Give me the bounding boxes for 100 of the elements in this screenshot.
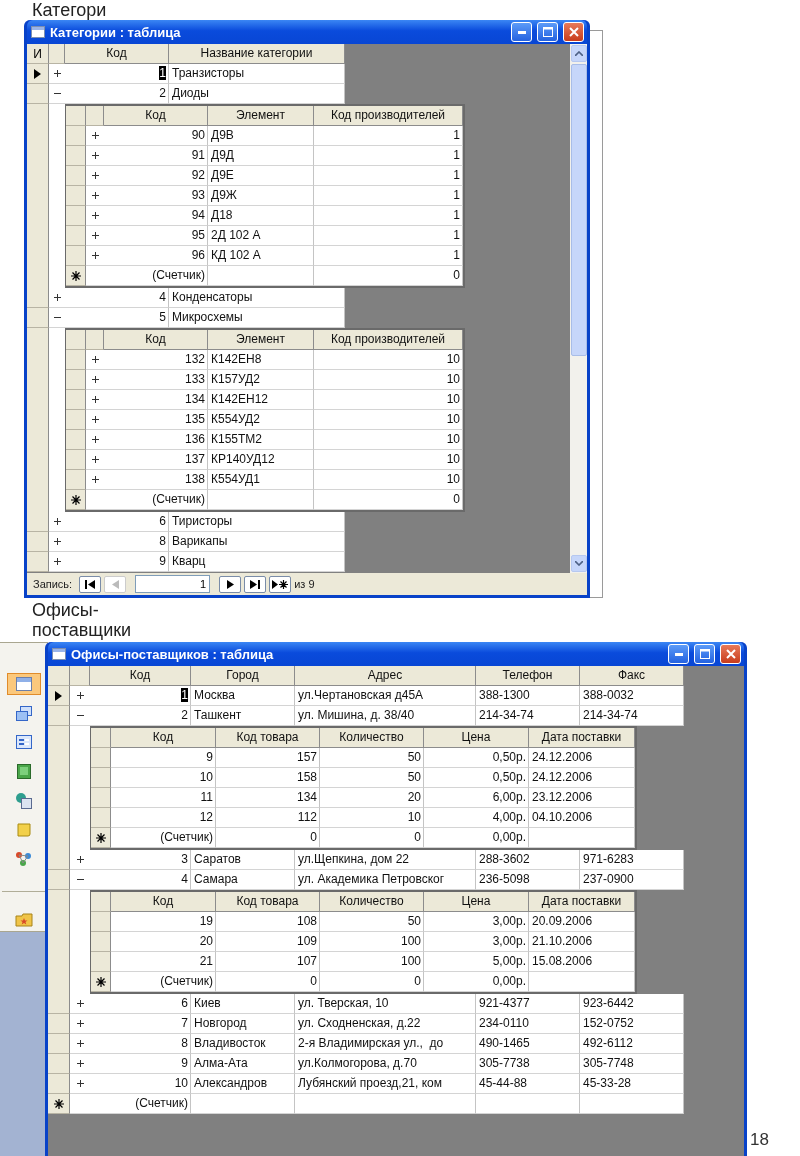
- maximize-button[interactable]: [694, 644, 715, 664]
- header-corner: [49, 44, 65, 64]
- column-header[interactable]: Адрес: [295, 666, 476, 686]
- column-header[interactable]: Код товара: [216, 892, 320, 912]
- row-selector[interactable]: [66, 490, 86, 510]
- table-cell: 305-7748: [580, 1054, 684, 1074]
- expand-icon[interactable]: [76, 1040, 84, 1047]
- column-header[interactable]: Город: [191, 666, 295, 686]
- column-header[interactable]: Цена: [424, 892, 529, 912]
- expand-icon[interactable]: [53, 518, 61, 525]
- table-cell: 12: [111, 808, 216, 828]
- column-header[interactable]: Код: [65, 44, 169, 64]
- table-cell: 93: [104, 186, 208, 206]
- expand-icon[interactable]: [91, 396, 99, 403]
- minimize-button[interactable]: [668, 644, 689, 664]
- new-record-icon: [272, 579, 289, 589]
- column-header[interactable]: Код товара: [216, 728, 320, 748]
- expand-icon[interactable]: [53, 538, 61, 545]
- table-cell: Транзисторы: [169, 64, 345, 84]
- expand-icon[interactable]: [91, 132, 99, 139]
- collapse-icon[interactable]: [76, 876, 84, 883]
- expand-icon[interactable]: [91, 416, 99, 423]
- expand-icon[interactable]: [91, 376, 99, 383]
- table-cell: 8: [90, 1034, 191, 1054]
- column-header[interactable]: Код производителей: [314, 106, 463, 126]
- row-selector[interactable]: [48, 1094, 70, 1114]
- column-header[interactable]: Количество: [320, 892, 424, 912]
- expand-icon[interactable]: [91, 356, 99, 363]
- expand-icon[interactable]: [91, 172, 99, 179]
- expand-icon[interactable]: [91, 456, 99, 463]
- expand-icon[interactable]: [91, 252, 99, 259]
- navigation-button[interactable]: [269, 575, 292, 593]
- scrollbar[interactable]: [570, 44, 587, 573]
- table-cell: (Счетчик): [111, 972, 216, 992]
- expand-icon[interactable]: [76, 1080, 84, 1087]
- table-cell: Лубянский проезд,21, ком: [295, 1074, 476, 1094]
- column-header[interactable]: Телефон: [476, 666, 580, 686]
- column-header[interactable]: Факс: [580, 666, 684, 686]
- column-header[interactable]: Код: [104, 106, 208, 126]
- scroll-down-button[interactable]: [570, 555, 587, 572]
- table-cell: 136: [104, 430, 208, 450]
- expand-icon[interactable]: [91, 232, 99, 239]
- column-header[interactable]: Дата поставки: [529, 728, 635, 748]
- close-button[interactable]: [720, 644, 741, 664]
- column-header[interactable]: Код: [111, 892, 216, 912]
- table-cell: 1: [314, 166, 463, 186]
- scroll-up-button[interactable]: [570, 45, 587, 62]
- collapse-icon[interactable]: [53, 90, 61, 97]
- expand-icon[interactable]: [91, 152, 99, 159]
- column-header[interactable]: Код: [90, 666, 191, 686]
- column-header[interactable]: Количество: [320, 728, 424, 748]
- navigation-button[interactable]: [244, 575, 267, 593]
- record-number-field[interactable]: 1: [135, 575, 211, 593]
- table-cell: ул.Щепкина, дом 22: [295, 850, 476, 870]
- expand-icon[interactable]: [76, 1060, 84, 1067]
- column-header[interactable]: Дата поставки: [529, 892, 635, 912]
- maximize-button[interactable]: [537, 22, 558, 42]
- header-corner: [70, 666, 90, 686]
- table-cell: 2Д 102 А: [208, 226, 314, 246]
- minimize-icon: [517, 30, 526, 34]
- expand-icon[interactable]: [53, 558, 61, 565]
- column-header[interactable]: Код: [104, 330, 208, 350]
- navigation-button[interactable]: [219, 575, 242, 593]
- table-cell: Варикапы: [169, 532, 345, 552]
- expand-icon[interactable]: [53, 70, 61, 77]
- expand-icon[interactable]: [53, 294, 61, 301]
- navigation-button[interactable]: [79, 575, 102, 593]
- expand-icon[interactable]: [91, 212, 99, 219]
- row-selector[interactable]: [27, 64, 49, 84]
- table-cell: 9: [90, 1054, 191, 1074]
- expand-icon[interactable]: [91, 192, 99, 199]
- column-header[interactable]: Код производителей: [314, 330, 463, 350]
- collapse-icon[interactable]: [76, 712, 84, 719]
- scroll-thumb[interactable]: [570, 64, 587, 356]
- column-header[interactable]: Код: [111, 728, 216, 748]
- column-header[interactable]: Цена: [424, 728, 529, 748]
- row-selector[interactable]: [48, 686, 70, 706]
- object-bar-item[interactable]: [6, 673, 41, 696]
- expand-icon[interactable]: [76, 856, 84, 863]
- expand-icon[interactable]: [91, 436, 99, 443]
- expand-icon[interactable]: [76, 1000, 84, 1007]
- navigator-label: Запись:: [33, 578, 73, 590]
- row-selector[interactable]: [91, 828, 111, 848]
- table-cell: 90: [104, 126, 208, 146]
- column-header[interactable]: Элемент: [208, 106, 314, 126]
- module-icon: [15, 850, 32, 867]
- column-header[interactable]: Название категории: [169, 44, 345, 64]
- row-selector[interactable]: [66, 266, 86, 286]
- expand-icon[interactable]: [76, 1020, 84, 1027]
- collapse-icon[interactable]: [53, 314, 61, 321]
- column-header[interactable]: Элемент: [208, 330, 314, 350]
- minimize-button[interactable]: [511, 22, 532, 42]
- expand-icon[interactable]: [76, 692, 84, 699]
- table-cell: 138: [104, 470, 208, 490]
- expand-icon[interactable]: [91, 476, 99, 483]
- header-corner: [91, 728, 111, 748]
- table-cell: 50: [320, 768, 424, 788]
- row-selector[interactable]: [91, 972, 111, 992]
- close-button[interactable]: [563, 22, 584, 42]
- table-cell: Москва: [191, 686, 295, 706]
